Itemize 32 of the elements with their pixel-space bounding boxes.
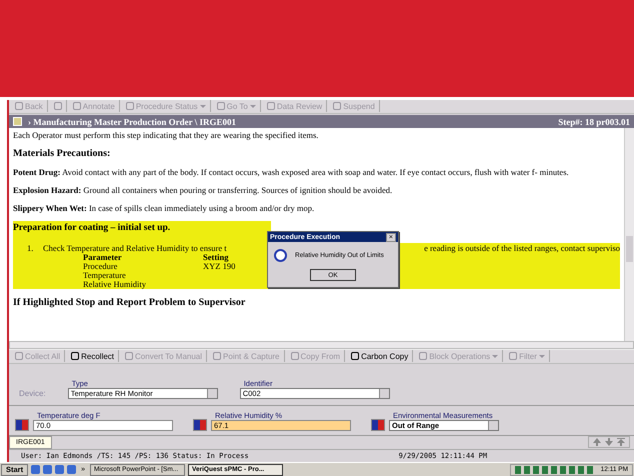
table-cell: XYZ 190 <box>203 262 236 272</box>
step-number: 1. <box>27 243 34 254</box>
column-header: Setting <box>203 253 229 262</box>
toolbar-button[interactable]: Recollect <box>67 350 120 362</box>
paragraph: Each Operator must perform this step indicating that they are wearing the specified items. <box>13 130 320 140</box>
table-cell-text: Procedure <box>83 262 118 272</box>
vertical-scrollbar[interactable] <box>624 128 634 342</box>
section-heading: If Highlighted Stop and Report Problem to Supervisor <box>13 297 246 308</box>
step-number: Step#: 18 pr003.01 <box>558 116 630 127</box>
info-icon <box>274 249 287 262</box>
horizontal-scrollbar[interactable] <box>9 341 634 350</box>
tray-icons[interactable] <box>514 466 595 474</box>
step-text: e reading is outside of the listed ranges, contact superviso <box>424 243 620 254</box>
down-arrow-icon[interactable] <box>605 438 613 446</box>
document-icon <box>13 117 22 126</box>
section-heading: Preparation for coating – initial set up. <box>13 223 170 234</box>
toolbar-button[interactable]: Carbon Copy <box>347 350 414 362</box>
step-text: Check Temperature and Relative Humidity to ensure t <box>43 243 227 254</box>
paragraph: Explosion Hazard: Ground all containers when pouring or transferring. Sources of ignition should be avoided. <box>13 185 394 196</box>
section-heading: Materials Precautions: <box>13 148 112 160</box>
column-header: Parameter <box>83 253 123 262</box>
table-cell-text: Relative Humidity <box>83 280 148 290</box>
field-label: Device: <box>19 389 46 398</box>
paragraph: Slippery When Wet: In case of spills clean immediately using a broom and/or dry mop. <box>13 203 316 214</box>
grid-icon <box>15 418 29 431</box>
paragraph: Potent Drug: Avoid contact with any part of the body. If contact occurs, wash exposed area with soap and water. If eye contact occurs, flush with water f- minutes. <box>13 167 570 178</box>
up-arrow-icon[interactable] <box>593 438 601 446</box>
top-arrow-icon[interactable] <box>617 438 625 446</box>
grid-icon <box>371 418 385 431</box>
table-cell-text: Temperature <box>83 271 127 280</box>
grid-icon <box>193 418 207 431</box>
document-title: › Manufacturing Master Production Order \ IRGE001 <box>28 116 236 127</box>
